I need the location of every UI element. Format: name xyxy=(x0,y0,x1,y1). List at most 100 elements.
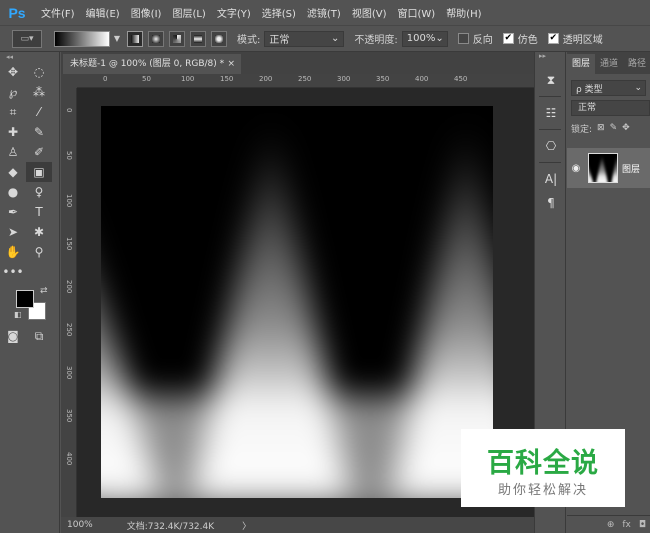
radial-gradient-button[interactable] xyxy=(148,30,164,47)
clone-stamp-tool-icon[interactable]: ♙ xyxy=(0,142,26,162)
dither-label: 仿色 xyxy=(517,35,538,46)
layers-panel-footer: ⊕ fx ◘ xyxy=(567,515,650,533)
angle-gradient-button[interactable] xyxy=(169,30,185,47)
menu-image[interactable]: 图像(I) xyxy=(131,5,162,20)
menu-edit[interactable]: 编辑(E) xyxy=(86,5,120,20)
history-panel-icon[interactable]: ⧗ xyxy=(535,68,567,92)
reflected-gradient-button[interactable] xyxy=(190,30,206,47)
path-select-tool-icon[interactable]: ➤ xyxy=(0,222,26,242)
ruler-tick-label: 0 xyxy=(65,108,73,113)
ruler-tick-label: 300 xyxy=(65,366,73,380)
tab-layers[interactable]: 图层 xyxy=(567,54,596,74)
lock-paint-icon[interactable]: ✎ xyxy=(610,123,618,133)
brush-tool-icon[interactable]: ✎ xyxy=(26,122,52,142)
ruler-tick-label: 0 xyxy=(103,75,108,83)
zoom-level[interactable]: 100% xyxy=(67,520,93,530)
menu-type[interactable]: 文字(Y) xyxy=(217,5,251,20)
document-canvas[interactable] xyxy=(77,106,534,516)
menu-filter[interactable]: 滤镜(T) xyxy=(307,5,341,20)
diamond-gradient-button[interactable] xyxy=(211,30,227,47)
history-brush-tool-icon[interactable]: ✐ xyxy=(26,142,52,162)
menu-file[interactable]: 文件(F) xyxy=(41,5,75,20)
menu-window[interactable]: 窗口(W) xyxy=(397,5,435,20)
link-layers-icon[interactable]: ⊕ xyxy=(607,520,615,530)
ruler-tick-label: 100 xyxy=(65,194,73,208)
menu-select[interactable]: 选择(S) xyxy=(262,5,296,20)
mode-select[interactable]: 正常 ⌄ xyxy=(264,30,345,47)
eyedropper-tool-icon[interactable]: ⁄ xyxy=(26,102,52,122)
layer-filter-label: ρ 类型 xyxy=(576,84,603,95)
opacity-input[interactable]: 100% ⌄ xyxy=(401,30,448,47)
visibility-eye-icon[interactable]: ◉ xyxy=(567,163,585,174)
paths-panel-icon[interactable]: ⎔ xyxy=(535,134,567,158)
ruler-tick-label: 150 xyxy=(220,75,234,83)
ruler-tick-label: 150 xyxy=(65,237,73,251)
type-tool-icon[interactable]: T xyxy=(26,202,52,222)
healing-brush-tool-icon[interactable]: ✚ xyxy=(0,122,26,142)
horizontal-ruler[interactable]: 0 50 100 150 200 250 300 350 400 450 xyxy=(77,74,534,88)
properties-panel-icon[interactable]: ☷ xyxy=(535,101,567,125)
ruler-tick-label: 200 xyxy=(65,280,73,294)
document-tab-bar: 未标题-1 @ 100% (图层 0, RGB/8) * × xyxy=(61,52,534,74)
add-mask-icon[interactable]: ◘ xyxy=(639,520,646,530)
layer-name[interactable]: 图层 xyxy=(622,162,640,175)
ruler-tick-label: 250 xyxy=(298,75,312,83)
opacity-value: 100% xyxy=(406,33,436,44)
lock-transparent-icon[interactable]: ⊠ xyxy=(597,123,605,133)
tab-paths[interactable]: 路径 xyxy=(623,54,650,74)
status-menu-arrow[interactable]: 〉 xyxy=(242,519,251,532)
dodge-tool-icon[interactable]: ♀ xyxy=(26,182,52,202)
tab-channels[interactable]: 通道 xyxy=(595,54,623,74)
pen-tool-icon[interactable]: ✒ xyxy=(0,202,26,222)
reverse-checkbox[interactable] xyxy=(457,33,469,44)
dither-checkbox[interactable]: ✔ xyxy=(502,33,514,44)
zoom-tool-icon[interactable]: ⚲ xyxy=(26,242,52,262)
custom-shape-tool-icon[interactable]: ✱ xyxy=(26,222,52,242)
layer-row[interactable]: ◉ 图层 xyxy=(567,148,650,188)
watermark-title: 百科全说 xyxy=(487,448,599,479)
panel-grip-icon[interactable]: ◂◂ xyxy=(0,52,59,62)
ruler-tick-label: 200 xyxy=(259,75,273,83)
layer-filter-select[interactable]: ρ 类型 ⌄ xyxy=(571,80,646,96)
quick-select-tool-icon[interactable]: ⁂ xyxy=(26,82,52,102)
close-icon[interactable]: × xyxy=(227,54,235,74)
linear-gradient-button[interactable] xyxy=(127,30,143,47)
marquee-tool-icon[interactable]: ◌ xyxy=(26,62,52,82)
lasso-tool-icon[interactable]: ℘ xyxy=(0,82,26,102)
layer-style-icon[interactable]: fx xyxy=(622,520,631,530)
chevron-down-icon[interactable]: ▼ xyxy=(112,31,122,47)
gradient-swatch[interactable] xyxy=(54,30,110,47)
layers-panel-tabs: 图层 通道 路径 xyxy=(567,52,650,74)
panel-grip-icon[interactable]: ▸▸ xyxy=(535,52,565,62)
screen-mode-icon[interactable]: ⧉ xyxy=(26,326,52,346)
swap-colors-icon[interactable]: ⇄ xyxy=(40,286,48,296)
paragraph-panel-icon[interactable]: ¶ xyxy=(535,191,567,215)
mode-label: 模式: xyxy=(237,35,261,46)
menu-layer[interactable]: 图层(L) xyxy=(172,5,205,20)
default-colors-icon[interactable]: ◧ xyxy=(14,310,22,319)
more-tools-icon[interactable]: ••• xyxy=(0,262,26,282)
hand-tool-icon[interactable]: ✋ xyxy=(0,242,26,262)
lock-position-icon[interactable]: ✥ xyxy=(622,123,630,133)
gradient-tool-icon[interactable]: ▣ xyxy=(26,162,52,182)
move-tool-icon[interactable]: ✥ xyxy=(0,62,26,82)
document-tab[interactable]: 未标题-1 @ 100% (图层 0, RGB/8) * × xyxy=(63,54,241,74)
menu-view[interactable]: 视图(V) xyxy=(352,5,387,20)
gradient-tool-icon: ▭▾ xyxy=(20,33,34,44)
foreground-color[interactable] xyxy=(16,290,34,308)
blur-tool-icon[interactable]: ● xyxy=(0,182,26,202)
blend-mode-select[interactable]: 正常 xyxy=(571,100,650,116)
ruler-tick-label: 350 xyxy=(65,409,73,423)
ruler-corner[interactable] xyxy=(61,74,77,88)
menu-help[interactable]: 帮助(H) xyxy=(446,5,481,20)
quick-mask-icon[interactable]: ◙ xyxy=(0,326,26,346)
ruler-tick-label: 100 xyxy=(181,75,195,83)
tool-preset-picker[interactable]: ▭▾ xyxy=(12,29,42,48)
eraser-tool-icon[interactable]: ◆ xyxy=(0,162,26,182)
ruler-tick-label: 400 xyxy=(65,452,73,466)
chevron-down-icon: ⌄ xyxy=(435,33,444,44)
crop-tool-icon[interactable]: ⌗ xyxy=(0,102,26,122)
vertical-ruler[interactable]: 0 50 100 150 200 250 300 350 400 xyxy=(61,88,77,517)
character-panel-icon[interactable]: A| xyxy=(535,167,567,191)
transparency-checkbox[interactable]: ✔ xyxy=(547,33,559,44)
